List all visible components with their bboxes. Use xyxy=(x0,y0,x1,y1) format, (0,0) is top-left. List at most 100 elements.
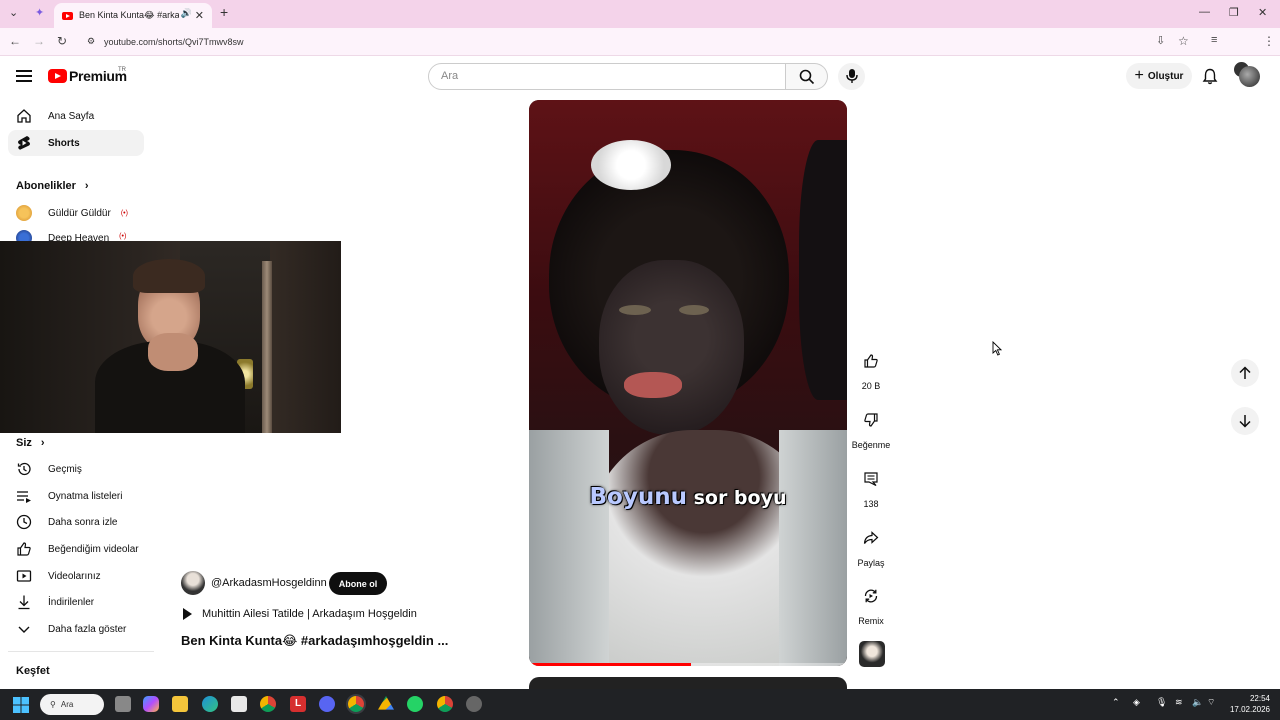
remix-action: Remix xyxy=(851,582,891,626)
task-view-icon[interactable] xyxy=(115,696,131,712)
short-video-player[interactable]: Boyunu sor boyu xyxy=(529,100,847,666)
browser-menu-icon[interactable]: ⋮ xyxy=(1263,34,1275,48)
sidebar-item-subscription[interactable]: Deep Heaven (•) xyxy=(8,226,144,241)
like-count: 20 B xyxy=(861,381,881,391)
sidebar-item-liked-videos[interactable]: Beğendiğim videolar xyxy=(8,536,144,562)
tab-title: Ben Kinta Kunta😂 #arkadaşımhoşgeldin xyxy=(79,10,179,20)
back-icon[interactable]: ← xyxy=(9,34,21,48)
browser-tab-active[interactable]: Ben Kinta Kunta😂 #arkadaşımhoşgeldin 🔊 ✕ xyxy=(54,3,212,28)
like-action: 20 B xyxy=(851,347,891,391)
close-window-icon[interactable]: ✕ xyxy=(1258,6,1267,19)
sidebar-item-downloads[interactable]: İndirilenler xyxy=(8,589,144,615)
whatsapp-icon[interactable] xyxy=(407,696,423,712)
create-button[interactable]: + Oluştur xyxy=(1126,63,1192,89)
chrome-profile-icon[interactable] xyxy=(437,696,453,712)
close-tab-icon[interactable]: ✕ xyxy=(195,9,204,22)
create-label: Oluştur xyxy=(1147,70,1184,82)
network-icon[interactable]: ⌔ xyxy=(1207,697,1215,708)
site-info-icon[interactable]: ⚙ xyxy=(87,36,95,47)
sidebar-item-playlists[interactable]: Oynatma listeleri xyxy=(8,483,144,509)
audio-playing-icon[interactable]: 🔊 xyxy=(181,8,192,19)
file-explorer-icon[interactable] xyxy=(172,696,188,712)
microphone-icon[interactable]: 🎙 xyxy=(1156,697,1167,708)
google-drive-icon[interactable] xyxy=(378,696,394,710)
subscribe-button[interactable]: Abone ol xyxy=(329,572,387,595)
sidebar-item-label: Ana Sayfa xyxy=(48,110,95,122)
you-heading[interactable]: Siz › xyxy=(16,437,45,449)
video-shoulder-right xyxy=(779,430,847,666)
copilot-icon[interactable] xyxy=(143,696,159,712)
channel-name[interactable]: @ArkadasmHosgeldinn xyxy=(211,577,327,589)
sidebar-item-your-videos[interactable]: Videolarınız xyxy=(8,563,144,589)
url-field[interactable]: ⚙ youtube.com/shorts/Qvi7Tmwv8sw xyxy=(78,31,1198,53)
related-video-link[interactable]: Muhittin Ailesi Tatilde | Arkadaşım Hoşg… xyxy=(183,608,417,620)
sound-thumbnail[interactable] xyxy=(859,641,885,667)
tab-list-icon[interactable]: ⌄ xyxy=(9,6,18,19)
windows-start-icon[interactable] xyxy=(13,697,29,713)
chrome-active-icon[interactable] xyxy=(348,696,364,712)
sidebar-item-shorts[interactable]: Shorts xyxy=(8,130,144,156)
video-eye-right xyxy=(679,305,709,315)
downloads-icon xyxy=(16,594,32,610)
shorts-icon xyxy=(16,135,32,151)
bookmark-star-icon[interactable]: ☆ xyxy=(1178,34,1189,48)
live-indicator-icon: (•) xyxy=(119,233,127,240)
search-icon xyxy=(799,69,815,85)
youtube-premium-logo[interactable]: Premium TR xyxy=(48,67,127,84)
video-progress-fill xyxy=(529,663,692,666)
clock-time: 22:54 xyxy=(1249,694,1270,703)
subscriptions-heading[interactable]: Abonelikler › xyxy=(16,180,89,192)
comments-button[interactable] xyxy=(857,465,885,493)
dislike-action: Beğenme xyxy=(851,406,891,450)
hamburger-menu-icon[interactable] xyxy=(16,70,32,82)
sidebar-item-label: Shorts xyxy=(48,137,80,149)
os-taskbar: ⚲ Ara L ⌃ ◈ 🎙 ≋ 🔈 ⌔ 22:54 17.02.2026 xyxy=(0,689,1280,720)
account-avatar[interactable] xyxy=(1239,66,1260,87)
tray-app-icon[interactable]: ◈ xyxy=(1133,697,1140,708)
sidebar-item-home[interactable]: Ana Sayfa xyxy=(8,103,144,129)
playlists-icon xyxy=(16,488,32,504)
forward-icon[interactable]: → xyxy=(33,34,45,48)
voice-search-button[interactable] xyxy=(838,63,865,90)
audio-output-icon[interactable]: ≋ xyxy=(1175,697,1183,708)
like-button[interactable] xyxy=(857,347,885,375)
taskbar-clock[interactable]: 22:54 17.02.2026 xyxy=(1226,693,1270,715)
app-l-icon[interactable]: L xyxy=(290,696,306,712)
store-icon[interactable] xyxy=(231,696,247,712)
channel-avatar[interactable] xyxy=(181,571,205,595)
video-progress-bar[interactable] xyxy=(529,663,847,666)
settings-app-icon[interactable] xyxy=(466,696,482,712)
reload-icon[interactable]: ↻ xyxy=(57,34,67,48)
remix-button[interactable] xyxy=(857,582,885,610)
search-input[interactable]: Ara xyxy=(428,63,786,90)
search-icon: ⚲ xyxy=(50,700,56,709)
sidebar-item-watch-later[interactable]: Daha sonra izle xyxy=(8,509,144,535)
sidebar-item-show-more[interactable]: Daha fazla göster xyxy=(8,616,144,642)
video-caption: Boyunu sor boyu xyxy=(529,484,847,510)
edge-icon[interactable] xyxy=(202,696,218,712)
watch-later-icon xyxy=(16,514,32,530)
notifications-bell-icon[interactable] xyxy=(1202,68,1218,85)
next-short-preview[interactable] xyxy=(529,677,847,689)
new-tab-icon[interactable]: + xyxy=(220,4,228,20)
sidebar-item-subscription[interactable]: Güldür Güldür (•) xyxy=(8,200,144,226)
liked-icon xyxy=(16,541,32,557)
sidebar-item-label: Deep Heaven xyxy=(48,233,110,241)
tray-overflow-icon[interactable]: ⌃ xyxy=(1112,697,1120,708)
dislike-button[interactable] xyxy=(857,406,885,434)
minimize-icon[interactable]: — xyxy=(1199,6,1210,18)
next-short-button[interactable] xyxy=(1231,407,1259,435)
discord-icon[interactable] xyxy=(319,696,335,712)
short-title[interactable]: Ben Kinta Kunta😂 #arkadaşımhoşgeldin ... xyxy=(181,633,448,649)
sparkle-icon[interactable]: ✦ xyxy=(35,6,44,19)
media-control-icon[interactable]: ≡ xyxy=(1211,34,1217,46)
install-app-icon[interactable]: ⇩ xyxy=(1156,34,1165,47)
search-button[interactable] xyxy=(786,63,828,90)
sidebar-item-history[interactable]: Geçmiş xyxy=(8,456,144,482)
volume-icon[interactable]: 🔈 xyxy=(1192,697,1203,708)
share-button[interactable] xyxy=(857,524,885,552)
previous-short-button[interactable] xyxy=(1231,359,1259,387)
maximize-icon[interactable]: ❐ xyxy=(1229,6,1239,19)
taskbar-search[interactable]: ⚲ Ara xyxy=(40,694,104,715)
chrome-icon[interactable] xyxy=(260,696,276,712)
